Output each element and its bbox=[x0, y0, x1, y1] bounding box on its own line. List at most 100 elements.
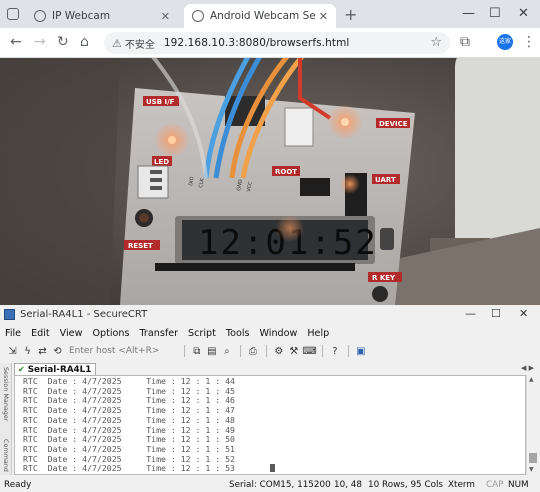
tab-scroll-arrows-icon[interactable]: ◀ ▶ bbox=[521, 364, 534, 372]
menu-edit[interactable]: Edit bbox=[26, 328, 55, 339]
session-tab-serial-ra4l1[interactable]: ✔ Serial-RA4L1 bbox=[14, 363, 96, 375]
session-tab-bar: ✔ Serial-RA4L1 ◀ ▶ bbox=[14, 362, 540, 375]
home-icon[interactable]: ⌂ bbox=[80, 34, 89, 50]
terminal-scrollbar[interactable]: ▲ ▼ bbox=[526, 375, 538, 475]
maximize-icon[interactable]: ☐ bbox=[491, 307, 501, 320]
webcam-image: USB I/F DEVICE LED ROOT UART RESET R KEY… bbox=[0, 58, 540, 305]
find-icon[interactable]: ⌕ bbox=[220, 346, 233, 357]
globe-icon bbox=[192, 10, 204, 22]
close-window-icon[interactable]: ✕ bbox=[518, 6, 529, 21]
crt-toolbar: ⇲ ϟ ⇄ ⟲ Enter host <Alt+R> ⧉ ▤ ⌕ ⎙ ⚙ ⚒ ⌨… bbox=[0, 342, 540, 360]
reconnect-icon[interactable]: ⟲ bbox=[51, 346, 64, 357]
host-input[interactable]: Enter host <Alt+R> bbox=[69, 346, 159, 356]
global-options-icon[interactable]: ⚒ bbox=[287, 346, 300, 357]
toolbar-separator bbox=[348, 345, 350, 357]
star-icon[interactable]: ☆ bbox=[430, 35, 442, 50]
terminal-line: RTC Date : 4/7/2025 Time : 12 : 1 : 48 bbox=[23, 414, 235, 425]
security-label[interactable]: 不安全 bbox=[125, 36, 155, 51]
browser-tab-strip: IP Webcam ✕ Android Webcam Server ✕ + — … bbox=[0, 0, 540, 28]
terminal-line: RTC Date : 4/7/2025 Time : 12 : 1 : 49 bbox=[23, 424, 235, 435]
screenshot-icon[interactable]: ▣ bbox=[354, 346, 367, 357]
url-text[interactable]: 192.168.10.3:8080/browserfs.html bbox=[164, 37, 350, 49]
tab-label: Android Webcam Server bbox=[210, 10, 315, 22]
copy-icon[interactable]: ⧉ bbox=[190, 346, 203, 357]
keymap-icon[interactable]: ⌨ bbox=[302, 346, 316, 357]
menu-transfer[interactable]: Transfer bbox=[134, 328, 183, 339]
terminal-output[interactable]: RTC Date : 4/7/2025 Time : 12 : 1 : 44 RT… bbox=[14, 375, 526, 475]
scroll-up-icon[interactable]: ▲ bbox=[529, 376, 534, 383]
connect-icon[interactable]: ⇲ bbox=[6, 346, 19, 357]
board-label-usb: USB I/F bbox=[146, 98, 175, 106]
connect-tab-icon[interactable]: ⇄ bbox=[36, 346, 49, 357]
menu-file[interactable]: File bbox=[0, 328, 26, 339]
minimize-icon[interactable]: — bbox=[462, 6, 475, 21]
status-serial: Serial: COM15, 115200 bbox=[229, 480, 331, 490]
session-manager-label[interactable]: Session Manager bbox=[2, 367, 10, 421]
menu-view[interactable]: View bbox=[55, 328, 88, 339]
toolbar-separator bbox=[322, 345, 324, 357]
webcam-feed: USB I/F DEVICE LED ROOT UART RESET R KEY… bbox=[0, 58, 540, 305]
maximize-icon[interactable]: ☐ bbox=[489, 6, 501, 21]
crt-menu-bar: File Edit View Options Transfer Script T… bbox=[0, 325, 540, 341]
profile-avatar[interactable]: 这家 bbox=[497, 34, 513, 50]
scrollbar-thumb[interactable] bbox=[529, 453, 537, 463]
menu-window[interactable]: Window bbox=[255, 328, 303, 339]
terminal-cursor bbox=[270, 464, 275, 473]
session-manager-rail[interactable]: Session Manager Command bbox=[0, 363, 12, 475]
terminal-line: RTC Date : 4/7/2025 Time : 12 : 1 : 51 bbox=[23, 443, 235, 454]
toolbar-separator bbox=[240, 345, 242, 357]
crt-title-bar: Serial-RA4L1 - SecureCRT — ☐ ✕ bbox=[0, 305, 540, 323]
menu-options[interactable]: Options bbox=[87, 328, 134, 339]
globe-icon bbox=[34, 10, 46, 22]
command-manager-label[interactable]: Command bbox=[2, 439, 10, 472]
paste-icon[interactable]: ▤ bbox=[205, 346, 218, 357]
help-icon[interactable]: ? bbox=[328, 346, 341, 357]
status-ready: Ready bbox=[4, 480, 32, 490]
toolbar-separator bbox=[266, 345, 268, 357]
tab-ip-webcam[interactable]: IP Webcam ✕ bbox=[26, 4, 178, 28]
session-tab-label: Serial-RA4L1 bbox=[27, 364, 92, 375]
close-tab-icon[interactable]: ✕ bbox=[161, 10, 170, 23]
menu-script[interactable]: Script bbox=[183, 328, 221, 339]
menu-tools[interactable]: Tools bbox=[221, 328, 255, 339]
terminal-line: RTC Date : 4/7/2025 Time : 12 : 1 : 44 bbox=[23, 376, 235, 386]
settings-gear-icon[interactable]: ⚙ bbox=[272, 346, 285, 357]
board-label-reset: RESET bbox=[128, 242, 153, 250]
tab-label: IP Webcam bbox=[52, 10, 111, 22]
connected-check-icon: ✔ bbox=[18, 365, 25, 374]
securecrt-app-icon bbox=[4, 308, 15, 320]
status-cursor-position: 10, 48 bbox=[334, 480, 362, 490]
crt-status-bar: Ready Serial: COM15, 115200 10, 48 10 Ro… bbox=[0, 479, 540, 492]
board-label-uart: UART bbox=[375, 176, 396, 184]
status-num-lock: NUM bbox=[508, 480, 529, 490]
new-tab-icon[interactable]: + bbox=[344, 5, 357, 24]
status-emulation: Xterm bbox=[448, 480, 475, 490]
board-label-key: R KEY bbox=[372, 274, 396, 282]
puzzle-icon[interactable]: ⧉ bbox=[460, 34, 470, 50]
close-window-icon[interactable]: ✕ bbox=[519, 307, 528, 320]
status-terminal-size: 10 Rows, 95 Cols bbox=[368, 480, 444, 490]
scroll-down-icon[interactable]: ▼ bbox=[529, 466, 534, 473]
tab-android-webcam-server[interactable]: Android Webcam Server ✕ bbox=[184, 4, 336, 28]
forward-arrow-icon[interactable]: → bbox=[34, 34, 46, 50]
back-arrow-icon[interactable]: ← bbox=[10, 34, 22, 50]
menu-help[interactable]: Help bbox=[302, 328, 334, 339]
terminal-line: RTC Date : 4/7/2025 Time : 12 : 1 : 45 bbox=[23, 385, 235, 396]
tab-search-icon[interactable] bbox=[7, 8, 19, 20]
print-icon[interactable]: ⎙ bbox=[246, 346, 259, 357]
terminal-line: RTC Date : 4/7/2025 Time : 12 : 1 : 53 bbox=[23, 463, 235, 474]
board-label-root: ROOT bbox=[275, 168, 297, 176]
kebab-menu-icon[interactable]: ⋮ bbox=[522, 34, 536, 50]
minimize-icon[interactable]: — bbox=[465, 307, 476, 320]
browser-toolbar: ← → ↻ ⌂ ⚠ 不安全 192.168.10.3:8080/browserf… bbox=[0, 28, 540, 58]
board-label-led: LED bbox=[154, 158, 169, 166]
terminal-line: RTC Date : 4/7/2025 Time : 12 : 1 : 47 bbox=[23, 405, 235, 416]
address-bar[interactable]: ⚠ 不安全 192.168.10.3:8080/browserfs.html ☆ bbox=[104, 32, 450, 54]
terminal-line: RTC Date : 4/7/2025 Time : 12 : 1 : 46 bbox=[23, 395, 235, 406]
not-secure-icon[interactable]: ⚠ bbox=[112, 37, 122, 50]
quick-connect-icon[interactable]: ϟ bbox=[21, 346, 34, 357]
crt-window-title: Serial-RA4L1 - SecureCRT bbox=[20, 308, 148, 320]
reload-icon[interactable]: ↻ bbox=[57, 34, 69, 50]
board-label-device: DEVICE bbox=[379, 120, 408, 128]
close-tab-icon[interactable]: ✕ bbox=[319, 10, 328, 23]
